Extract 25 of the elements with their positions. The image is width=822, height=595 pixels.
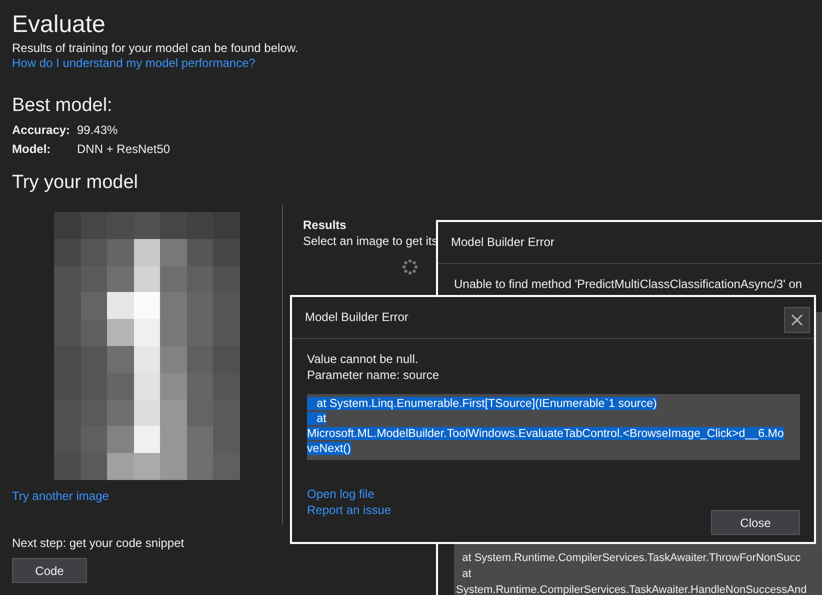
error-message: Parameter name: source: [307, 367, 440, 383]
stack-trace-line: at System.Runtime.CompilerServices.TaskAwaiter.ThrowForNonSucc: [461, 552, 801, 564]
code-button[interactable]: Code: [12, 558, 87, 583]
stack-trace-line: System.Runtime.CompilerServices.TaskAwaiter.HandleNonSuccessAnd: [456, 584, 807, 595]
metric-label: Accuracy:: [12, 122, 72, 138]
error-message: Value cannot be null.: [307, 351, 420, 367]
loading-spinner-icon: [402, 259, 418, 275]
error-message: Unable to find method 'PredictMultiClassClassificationAsync/3' on: [454, 276, 804, 292]
help-link[interactable]: How do I understand my model performance?: [12, 56, 256, 71]
subtitle: Results of training for your model can be found below.: [12, 40, 298, 56]
try-model-heading: Try your model: [12, 171, 138, 195]
close-button[interactable]: Close: [711, 510, 800, 535]
try-another-image-link[interactable]: Try another image: [12, 489, 109, 504]
dialog-link[interactable]: Report an issue: [307, 503, 392, 518]
stack-trace-line: at: [461, 568, 472, 580]
close-icon[interactable]: [784, 307, 810, 333]
dialog-title: Model Builder Error: [438, 222, 822, 264]
metric-value: DNN + ResNet50: [77, 141, 170, 157]
results-heading: Results: [303, 217, 346, 233]
page-title: Evaluate: [12, 10, 106, 40]
next-step-label: Next step: get your code snippet: [12, 535, 184, 551]
metric-value: 99.43%: [77, 122, 119, 138]
metric-label: Model:: [12, 141, 52, 157]
best-model-heading: Best model:: [12, 94, 112, 118]
dialog-link[interactable]: Open log file: [307, 487, 374, 502]
